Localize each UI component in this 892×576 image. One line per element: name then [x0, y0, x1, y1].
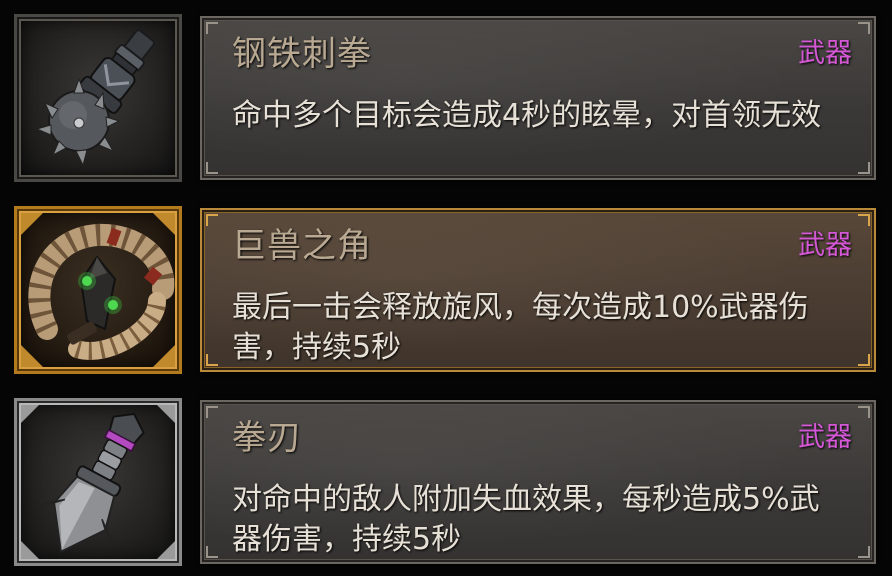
- item-name: 拳刃: [232, 418, 302, 458]
- frame-corner: [206, 162, 218, 174]
- item-row-fist-blade[interactable]: 拳刃 武器 对命中的敌人附加失血效果，每秒造成5%武器伤害，持续5秒: [0, 392, 892, 572]
- frame-corner: [858, 214, 870, 226]
- spiked-mace-icon: [35, 29, 156, 167]
- item-name: 钢铁刺拳: [232, 34, 372, 74]
- item-type-badge: 武器: [798, 38, 852, 69]
- item-row-iron-fist[interactable]: 钢铁刺拳 武器 命中多个目标会造成4秒的眩晕，对首领无效: [0, 8, 892, 188]
- frame-corner: [206, 406, 218, 418]
- item-type-badge: 武器: [798, 230, 852, 261]
- beast-horn-icon: [21, 213, 175, 367]
- frame-corner: [206, 22, 218, 34]
- item-description: 对命中的敌人附加失血效果，每秒造成5%武器伤害，持续5秒: [232, 482, 820, 557]
- frame-corner: [206, 214, 218, 226]
- item-card[interactable]: 钢铁刺拳 武器 命中多个目标会造成4秒的眩晕，对首领无效: [200, 16, 876, 180]
- item-icon-frame[interactable]: [14, 398, 182, 566]
- item-card[interactable]: 拳刃 武器 对命中的敌人附加失血效果，每秒造成5%武器伤害，持续5秒: [200, 400, 876, 564]
- item-description: 命中多个目标会造成4秒的眩晕，对首领无效: [232, 98, 822, 133]
- fist-blade-icon: [21, 405, 175, 559]
- frame-corner: [858, 354, 870, 366]
- frame-corner: [858, 22, 870, 34]
- item-icon-frame[interactable]: [14, 206, 182, 374]
- frame-corner: [858, 406, 870, 418]
- frame-corner: [858, 546, 870, 558]
- item-type-badge: 武器: [798, 422, 852, 453]
- item-card[interactable]: 巨兽之角 武器 最后一击会释放旋风，每次造成10%武器伤害，持续5秒: [200, 208, 876, 372]
- item-row-beast-horn[interactable]: 巨兽之角 武器 最后一击会释放旋风，每次造成10%武器伤害，持续5秒: [0, 200, 892, 380]
- item-icon-frame[interactable]: [14, 14, 182, 182]
- frame-corner: [858, 162, 870, 174]
- item-description: 最后一击会释放旋风，每次造成10%武器伤害，持续5秒: [232, 290, 809, 365]
- frame-corner: [206, 546, 218, 558]
- frame-corner: [206, 354, 218, 366]
- item-name: 巨兽之角: [232, 226, 372, 266]
